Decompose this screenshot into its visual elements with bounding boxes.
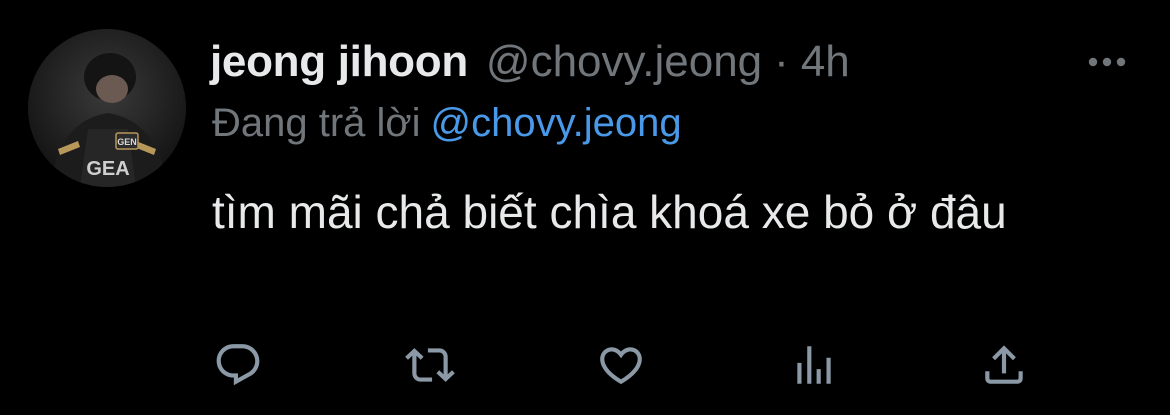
tweet-timestamp[interactable]: 4h <box>801 37 850 87</box>
retweet-button[interactable] <box>403 338 457 392</box>
reply-icon <box>216 344 260 386</box>
jersey-logo-text: GEN <box>117 137 137 147</box>
reply-mention-link[interactable]: @chovy.jeong <box>431 101 682 145</box>
display-name[interactable]: jeong jihoon <box>210 37 468 87</box>
tweet[interactable]: GEN GEA jeong jihoon @chovy.jeong · 4h Đ… <box>0 0 1170 415</box>
tweet-text: tìm mãi chả biết chìa khoá xe bỏ ở đâu <box>212 186 1007 238</box>
reply-button[interactable] <box>211 338 265 392</box>
share-button[interactable] <box>977 338 1031 392</box>
views-icon <box>797 346 831 384</box>
like-icon <box>600 347 642 385</box>
avatar[interactable]: GEN GEA <box>28 29 186 187</box>
avatar-image: GEN GEA <box>28 29 186 187</box>
replying-to-label: Đang trả lời <box>212 101 421 145</box>
tweet-header: jeong jihoon @chovy.jeong · 4h <box>210 37 850 87</box>
like-button[interactable] <box>594 338 648 392</box>
retweet-icon <box>405 348 455 382</box>
more-icon <box>1088 57 1126 67</box>
share-icon <box>985 345 1023 384</box>
more-options-button[interactable] <box>1082 44 1132 80</box>
action-bar <box>0 338 1170 392</box>
replying-to: Đang trả lời @chovy.jeong <box>212 101 682 146</box>
jersey-letters: GEA <box>86 158 129 180</box>
separator-dot: · <box>774 37 789 86</box>
user-handle[interactable]: @chovy.jeong <box>486 37 762 87</box>
views-button[interactable] <box>787 338 841 392</box>
